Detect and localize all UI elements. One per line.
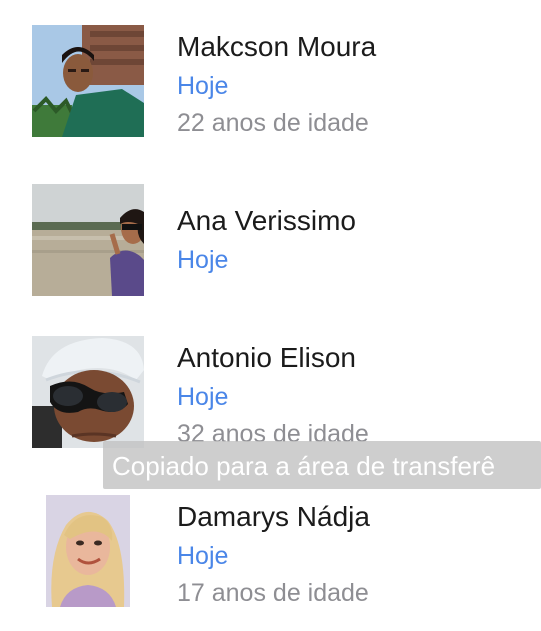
list-item-makcson-moura[interactable]: Makcson Moura Hoje 22 anos de idade: [0, 25, 541, 155]
contact-age: 22 anos de idade: [177, 109, 369, 137]
birthday-date: Hoje: [177, 542, 229, 570]
birthday-date: Hoje: [177, 72, 229, 100]
toast-message: Copiado para a área de transferê: [112, 451, 496, 481]
birthday-date: Hoje: [177, 383, 229, 411]
contact-name: Makcson Moura: [177, 31, 377, 62]
contact-info: Ana Verissimo Hoje: [177, 204, 356, 275]
contact-info: Damarys Nádja Hoje 17 anos de idade: [177, 500, 370, 608]
avatar-photo[interactable]: [32, 184, 144, 296]
contact-info: Makcson Moura Hoje 22 anos de idade: [177, 30, 376, 138]
list-item-ana-verissimo[interactable]: Ana Verissimo Hoje: [0, 184, 541, 314]
avatar-photo[interactable]: [32, 25, 144, 137]
birthday-date: Hoje: [177, 246, 229, 274]
avatar-photo[interactable]: [32, 336, 144, 448]
contact-info: Antonio Elison Hoje 32 anos de idade: [177, 341, 369, 449]
contact-name: Damarys Nádja: [177, 501, 370, 532]
contact-name: Ana Verissimo: [177, 205, 356, 236]
list-item-damarys-nadja[interactable]: Damarys Nádja Hoje 17 anos de idade: [0, 495, 541, 625]
avatar-photo[interactable]: [46, 495, 130, 607]
copied-to-clipboard-toast: Copiado para a área de transferê: [103, 441, 541, 489]
contact-name: Antonio Elison: [177, 342, 357, 373]
contact-age: 17 anos de idade: [177, 579, 369, 607]
